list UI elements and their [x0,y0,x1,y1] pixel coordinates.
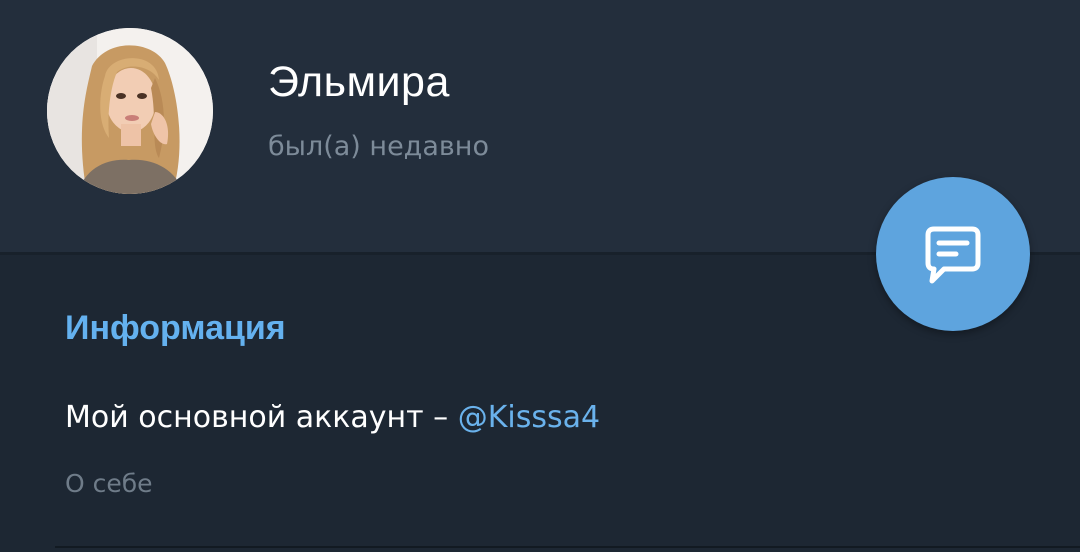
bio-text: Мой основной аккаунт – @Kisssa4 [65,400,600,435]
avatar[interactable] [47,28,213,194]
message-icon [918,221,988,291]
last-seen-status: был(а) недавно [268,131,489,162]
bio-username-link[interactable]: @Kisssa4 [458,400,600,435]
profile-name: Эльмира [268,58,450,106]
info-section-title: Информация [65,309,286,347]
bio-prefix: Мой основной аккаунт – [65,400,458,435]
divider [55,546,1080,548]
send-message-button[interactable] [876,177,1030,331]
bio-caption: О себе [65,469,153,498]
